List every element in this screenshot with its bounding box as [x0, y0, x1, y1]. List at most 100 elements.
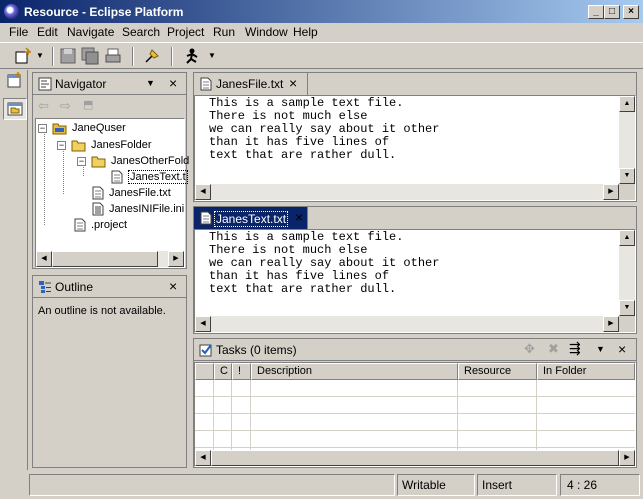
scroll-up-icon[interactable]: ▲	[619, 230, 635, 246]
eclipse-icon	[4, 4, 19, 19]
close-icon[interactable]: ×	[169, 76, 177, 90]
scroll-left-icon[interactable]: ◀	[195, 184, 211, 200]
collapse-icon[interactable]: −	[77, 157, 86, 166]
navigator-horizontal-scrollbar[interactable]: ◀ ▶	[36, 251, 184, 267]
scroll-right-icon[interactable]: ▶	[603, 184, 619, 200]
text-file-icon	[74, 218, 86, 232]
tree-item-label: JanesFolder	[91, 139, 152, 151]
column-header-in-folder[interactable]: In Folder	[537, 363, 635, 380]
collapse-icon[interactable]: −	[38, 124, 47, 133]
back-arrow-icon[interactable]: ⇦	[38, 98, 49, 114]
menu-search[interactable]: Search	[122, 25, 160, 39]
status-insert-mode: Insert	[477, 474, 557, 496]
menu-project[interactable]: Project	[167, 25, 204, 39]
menu-bar: File Edit Navigate Search Project Run Wi…	[0, 23, 643, 41]
column-header-description[interactable]: Description	[251, 363, 458, 380]
horizontal-scrollbar[interactable]: ◀ ▶	[195, 316, 619, 332]
tree-item-label: JanesINIFile.ini	[109, 203, 185, 215]
project-icon	[52, 123, 67, 135]
delete-task-icon[interactable]: ✖	[548, 341, 559, 357]
close-icon[interactable]: ×	[289, 76, 297, 90]
run-icon[interactable]	[183, 47, 201, 65]
editor-text-area-2[interactable]: This is a sample text file. There is not …	[194, 229, 636, 333]
scroll-thumb[interactable]	[211, 450, 619, 466]
text-file-icon	[200, 211, 212, 225]
status-bar: Writable Insert 4 : 26	[0, 472, 643, 499]
save-all-icon[interactable]	[81, 47, 99, 65]
text-file-icon	[111, 170, 123, 184]
open-folder-icon	[91, 156, 106, 168]
menu-window[interactable]: Window	[245, 25, 288, 39]
chevron-down-icon[interactable]: ▼	[36, 51, 44, 60]
editor-text-area-1[interactable]: This is a sample text file. There is not …	[194, 95, 636, 201]
editor-content: This is a sample text file. There is not …	[209, 230, 440, 296]
scroll-down-icon[interactable]: ▼	[619, 168, 635, 184]
close-button[interactable]: ×	[623, 5, 639, 19]
outline-header: Outline ×	[33, 276, 186, 298]
column-header-blank[interactable]	[195, 363, 214, 380]
navigator-view: Navigator ▼ × ⇦ ⇨ ⬒ − JaneQuser − JanesF…	[32, 72, 189, 269]
menu-run[interactable]: Run	[213, 25, 235, 39]
scroll-right-icon[interactable]: ▶	[168, 251, 184, 267]
menu-help[interactable]: Help	[293, 25, 318, 39]
open-perspective-button[interactable]	[3, 71, 27, 93]
minimize-button[interactable]: _	[588, 5, 604, 19]
new-wizard-icon[interactable]	[14, 47, 32, 65]
editor-tab-janestext[interactable]: JanesText.txt	[194, 207, 308, 229]
text-file-icon	[200, 77, 212, 91]
print-icon[interactable]	[104, 47, 122, 65]
navigator-header: Navigator ▼ ×	[33, 73, 186, 95]
toolbar-separator	[132, 47, 134, 66]
scroll-right-icon[interactable]: ▶	[619, 450, 635, 466]
collapse-icon[interactable]: −	[57, 141, 66, 150]
editor-pane-2: JanesText.txt × This is a sample text fi…	[193, 206, 637, 334]
navigator-tree: − JaneQuser − JanesFolder − JanesOtherFo…	[35, 118, 189, 268]
menu-file[interactable]: File	[9, 25, 28, 39]
menu-edit[interactable]: Edit	[37, 25, 58, 39]
vertical-scrollbar[interactable]: ▲ ▼	[619, 96, 635, 184]
view-menu-icon[interactable]: ▼	[146, 78, 155, 88]
editor-tab-janesfile[interactable]: JanesFile.txt ×	[194, 73, 308, 95]
perspective-bar	[2, 70, 28, 470]
close-icon: ×	[628, 6, 634, 17]
outline-icon	[39, 281, 51, 293]
column-header-completed[interactable]: C	[214, 363, 232, 380]
filter-icon[interactable]: ⇶	[569, 340, 581, 357]
scroll-up-icon[interactable]: ▲	[619, 96, 635, 112]
tree-item-label: JanesFile.txt	[109, 187, 171, 199]
outline-view: Outline × An outline is not available.	[32, 275, 187, 468]
main-toolbar: ▼ ▼	[0, 42, 643, 69]
status-cursor-position: 4 : 26	[560, 474, 640, 496]
tasks-horizontal-scrollbar[interactable]: ◀ ▶	[195, 450, 635, 466]
pin-icon[interactable]	[143, 47, 161, 65]
column-header-priority[interactable]: !	[232, 363, 251, 380]
close-icon[interactable]: ×	[295, 210, 303, 224]
scroll-left-icon[interactable]: ◀	[195, 316, 211, 332]
vertical-scrollbar[interactable]: ▲ ▼	[619, 230, 635, 316]
save-icon[interactable]	[59, 47, 77, 65]
go-up-icon[interactable]: ⬒	[83, 98, 93, 111]
tree-item-label: JanesText.t	[128, 170, 188, 184]
close-icon[interactable]: ×	[169, 279, 177, 293]
resource-perspective-button[interactable]	[3, 98, 27, 120]
tasks-title: Tasks (0 items)	[216, 343, 297, 357]
maximize-button[interactable]: □	[604, 5, 620, 19]
window-title: Resource - Eclipse Platform	[24, 5, 184, 19]
scroll-thumb[interactable]	[52, 251, 158, 267]
forward-arrow-icon[interactable]: ⇨	[60, 98, 71, 114]
tasks-table: C ! Description Resource In Folder ◀ ▶	[194, 362, 636, 467]
view-menu-icon[interactable]: ▼	[596, 344, 605, 354]
column-header-resource[interactable]: Resource	[458, 363, 537, 380]
scroll-left-icon[interactable]: ◀	[195, 450, 211, 466]
add-task-icon[interactable]: ✥	[524, 341, 535, 357]
scroll-right-icon[interactable]: ▶	[603, 316, 619, 332]
toolbar-separator	[171, 47, 173, 66]
close-icon[interactable]: ×	[618, 342, 626, 356]
menu-navigate[interactable]: Navigate	[67, 25, 114, 39]
scroll-down-icon[interactable]: ▼	[619, 300, 635, 316]
scroll-left-icon[interactable]: ◀	[36, 251, 52, 267]
resource-perspective-icon	[7, 102, 23, 116]
horizontal-scrollbar[interactable]: ◀ ▶	[195, 184, 619, 200]
chevron-down-icon[interactable]: ▼	[208, 51, 216, 60]
status-writable: Writable	[397, 474, 475, 496]
